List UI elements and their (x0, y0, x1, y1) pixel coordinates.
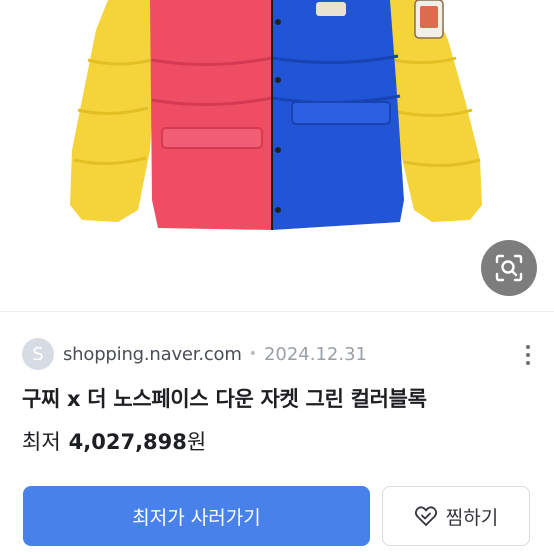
divider (0, 311, 554, 312)
image-search-icon (495, 254, 523, 282)
price-row: 최저 4,027,898 원 (22, 426, 206, 456)
image-search-button[interactable] (481, 240, 537, 296)
post-date: 2024.12.31 (263, 343, 368, 365)
product-image[interactable] (0, 0, 554, 312)
price-label: 최저 (22, 430, 61, 454)
jacket-image (70, 0, 482, 230)
lowest-price-buy-button[interactable]: 최저가 사러가기 (23, 486, 370, 546)
price-unit: 원 (186, 430, 207, 454)
price-value: 4,027,898 (68, 430, 187, 454)
source-favicon: S (22, 338, 54, 370)
wishlist-label: 찜하기 (445, 506, 499, 529)
separator-dot: • (248, 346, 257, 362)
source-link[interactable]: S shopping.naver.com • 2024.12.31 (22, 338, 367, 370)
heart-check-icon (414, 506, 437, 526)
red-panel (150, 0, 272, 230)
source-domain[interactable]: shopping.naver.com (63, 344, 242, 365)
product-title[interactable]: 구찌 x 더 노스페이스 다운 자켓 그린 컬러블록 (22, 383, 427, 413)
more-vertical-icon[interactable] (520, 340, 536, 370)
wishlist-button[interactable]: 찜하기 (382, 486, 530, 546)
